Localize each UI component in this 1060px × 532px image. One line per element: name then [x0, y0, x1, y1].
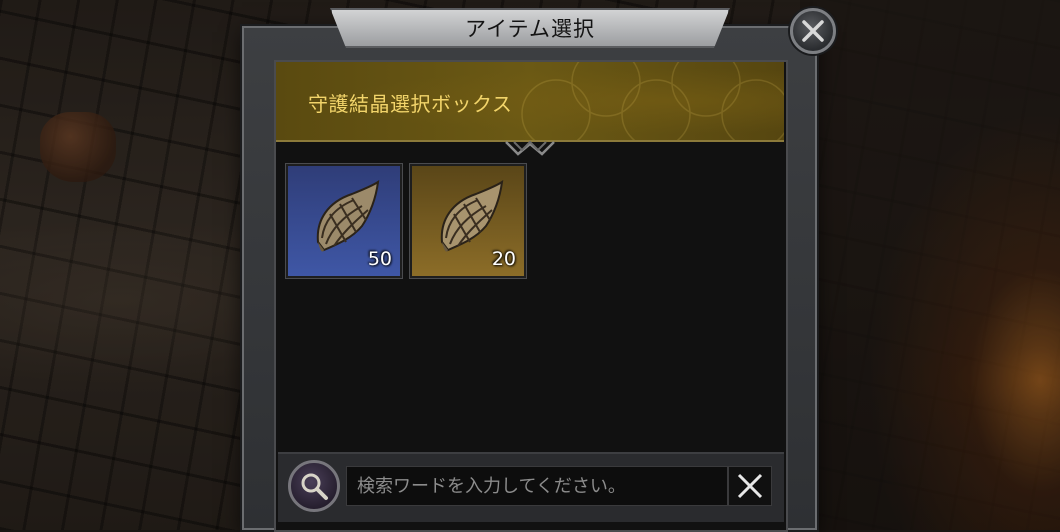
item-count: 20 [491, 248, 516, 270]
dialog-title: アイテム選択 [465, 17, 595, 41]
clear-search-button[interactable] [728, 466, 772, 506]
close-icon [802, 20, 824, 42]
item-count: 50 [367, 248, 392, 270]
search-input[interactable] [346, 466, 728, 506]
clear-icon [737, 473, 763, 499]
close-button[interactable] [790, 8, 836, 54]
search-button[interactable] [288, 460, 340, 512]
box-header-banner: 守護結晶選択ボックス [276, 62, 784, 142]
ornament-icon [505, 140, 555, 156]
box-name: 守護結晶選択ボックス [308, 92, 513, 116]
dialog-title-plate: アイテム選択 [330, 8, 730, 48]
item-slot-2[interactable]: 20 [410, 164, 526, 278]
item-slot-1[interactable]: 50 [286, 164, 402, 278]
search-icon [301, 473, 328, 500]
